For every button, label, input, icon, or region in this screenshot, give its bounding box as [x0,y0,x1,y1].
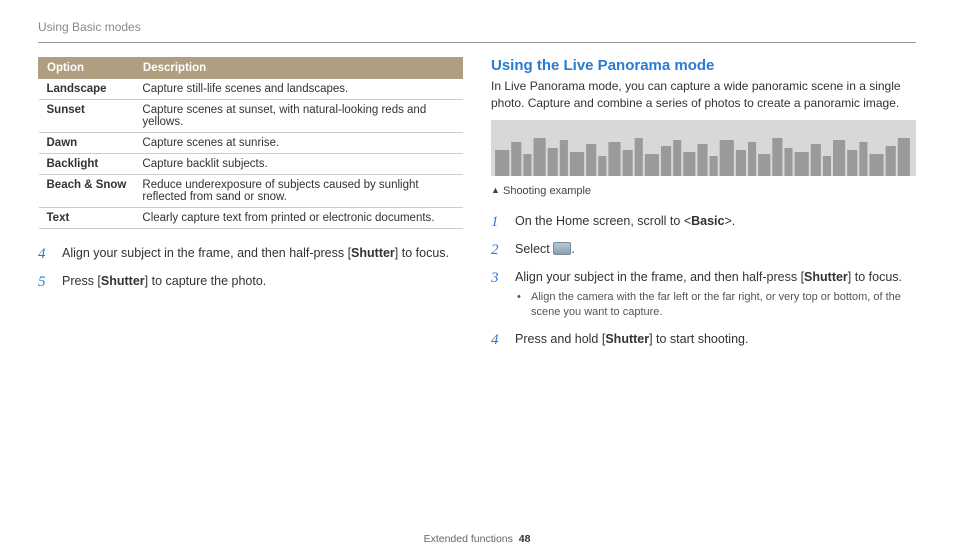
step-2: 2 Select . [491,241,916,259]
left-column: Option Description LandscapeCapture stil… [38,57,463,359]
table-row: DawnCapture scenes at sunrise. [39,133,463,154]
th-description: Description [134,58,462,79]
section-title: Using the Live Panorama mode [491,57,916,74]
footer-section: Extended functions [424,533,513,545]
step-number: 4 [38,245,52,263]
step-1: 1 On the Home screen, scroll to <Basic>. [491,213,916,231]
breadcrumb: Using Basic modes [38,20,141,34]
step-text: Select . [515,241,916,259]
step-text: Press and hold [Shutter] to start shooti… [515,331,916,349]
table-row: Beach & SnowReduce underexposure of subj… [39,175,463,208]
th-option: Option [39,58,135,79]
step-number: 5 [38,273,52,291]
step-text: Align your subject in the frame, and the… [515,269,916,321]
panorama-illustration [491,120,916,176]
panorama-mode-icon [553,242,571,255]
step-text: Align your subject in the frame, and the… [62,245,463,263]
step-4: 4 Press and hold [Shutter] to start shoo… [491,331,916,349]
table-row: SunsetCapture scenes at sunset, with nat… [39,100,463,133]
step-5: 5 Press [Shutter] to capture the photo. [38,273,463,291]
step-sub-bullet: •Align the camera with the far left or t… [515,290,916,321]
table-row: LandscapeCapture still-life scenes and l… [39,79,463,100]
step-number: 2 [491,241,505,259]
illustration-caption: ▲ Shooting example [491,185,916,197]
page-footer: Extended functions 48 [0,533,954,545]
section-intro: In Live Panorama mode, you can capture a… [491,78,916,112]
step-4: 4 Align your subject in the frame, and t… [38,245,463,263]
triangle-up-icon: ▲ [491,185,500,195]
page-number: 48 [519,533,531,545]
step-number: 3 [491,269,505,321]
step-number: 4 [491,331,505,349]
table-row: TextClearly capture text from printed or… [39,208,463,229]
step-text: Press [Shutter] to capture the photo. [62,273,463,291]
step-3: 3 Align your subject in the frame, and t… [491,269,916,321]
step-text: On the Home screen, scroll to <Basic>. [515,213,916,231]
right-column: Using the Live Panorama mode In Live Pan… [491,57,916,359]
table-row: BacklightCapture backlit subjects. [39,154,463,175]
page-header: Using Basic modes [38,18,916,43]
options-table: Option Description LandscapeCapture stil… [38,57,463,229]
step-number: 1 [491,213,505,231]
